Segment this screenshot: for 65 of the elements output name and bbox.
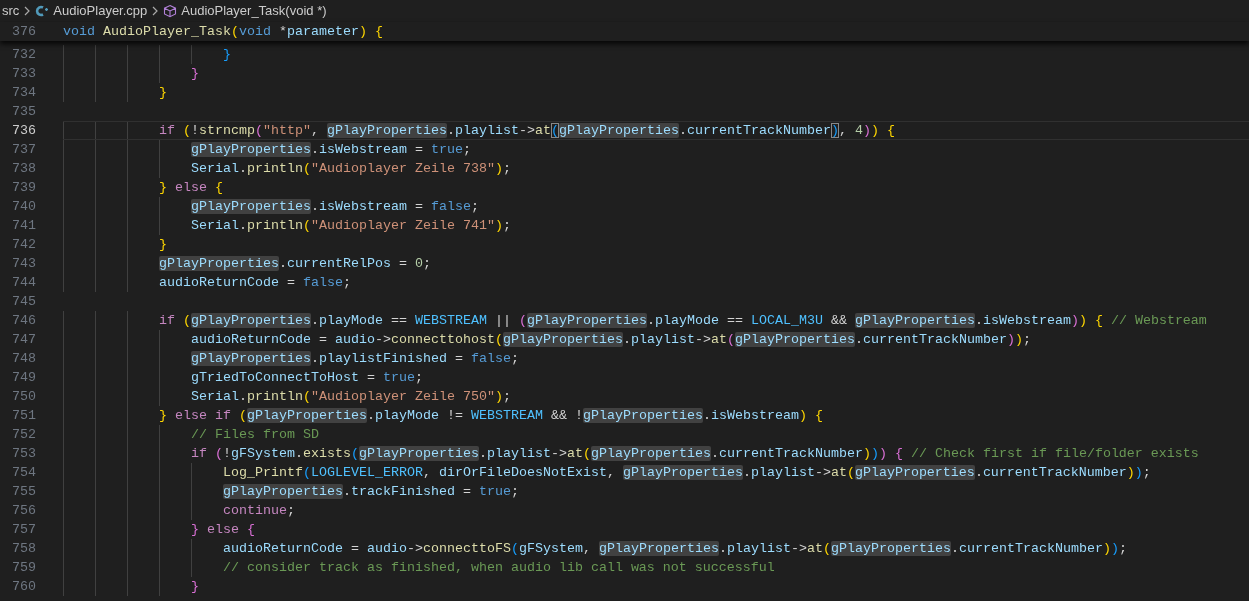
code-line: if (gPlayProperties.playMode == WEBSTREAM || (gPlayProperties.playMode == LOCAL_M3U && gPlayProperties.isWebstream)) { // Webstream — [158, 312, 1207, 330]
line-number: 739 — [11, 179, 36, 197]
line-number: 741 — [11, 217, 36, 235]
line-number: 754 — [11, 464, 36, 482]
code-line: } — [221, 46, 231, 64]
code-line: audioReturnCode = audio->connecttoFS(gFSystem, gPlayProperties.playlist->at(gPlayProperties.currentTrackNumber)); — [221, 540, 1127, 558]
line-number: 743 — [11, 255, 36, 273]
line-number: 756 — [11, 502, 36, 520]
breadcrumb-item[interactable]: AudioPlayer_Task(void *) — [181, 1, 327, 21]
code-line: gPlayProperties.isWebstream = true; — [189, 141, 471, 159]
line-number: 744 — [11, 274, 36, 292]
code-line: gPlayProperties.trackFinished = true; — [221, 483, 519, 501]
code-line: Log_Printf(LOGLEVEL_ERROR, dirOrFileDoesNotExist, gPlayProperties.playlist->at(gPlayProperties.currentTrackNumber)); — [221, 464, 1151, 482]
code-line: if (!gFSystem.exists(gPlayProperties.playlist->at(gPlayProperties.currentTrackNumber))) { // Check first if file/folder exists — [190, 445, 1199, 463]
code-line: gPlayProperties.currentRelPos = 0; — [157, 255, 431, 273]
code-line: // Files from SD — [190, 426, 319, 444]
line-number: 745 — [11, 293, 36, 311]
code-line: gPlayProperties.isWebstream = false; — [189, 198, 479, 216]
code-line: gPlayProperties.playlistFinished = false; — [189, 350, 519, 368]
code-line: Serial.println("Audioplayer Zeile 741"); — [190, 217, 511, 235]
line-number: 736 — [11, 122, 36, 140]
line-number: 734 — [11, 84, 36, 102]
line-number: 759 — [11, 559, 36, 577]
line-number: 737 — [11, 141, 36, 159]
chevron-right-icon — [23, 5, 32, 17]
line-number: 747 — [11, 331, 36, 349]
code-line: Serial.println("Audioplayer Zeile 738"); — [190, 160, 511, 178]
line-number: 735 — [11, 103, 36, 121]
code-line: Serial.println("Audioplayer Zeile 750"); — [190, 388, 511, 406]
breadcrumb-item[interactable]: AudioPlayer.cpp — [53, 1, 148, 21]
line-number: 758 — [11, 540, 36, 558]
line-number: 749 — [11, 369, 36, 387]
line-number: 748 — [11, 350, 36, 368]
line-number: 752 — [11, 426, 36, 444]
code-line: gTriedToConnectToHost = true; — [190, 369, 423, 387]
code-line: } — [190, 578, 199, 596]
cube-icon — [163, 4, 178, 18]
code-line: } else if (gPlayProperties.playMode != WEBSTREAM && !gPlayProperties.isWebstream) { — [158, 407, 823, 425]
code-line: } — [190, 65, 199, 83]
line-number: 755 — [11, 483, 36, 501]
code-line: } — [158, 236, 167, 254]
line-number: 757 — [11, 521, 36, 539]
line-number: 760 — [11, 578, 36, 596]
line-number: 738 — [11, 160, 36, 178]
chevron-right-icon — [151, 5, 160, 17]
line-number: 733 — [11, 65, 36, 83]
line-number: 376 — [11, 23, 36, 41]
code-line: } else { — [190, 521, 255, 539]
line-number: 746 — [11, 312, 36, 330]
line-number: 732 — [11, 46, 36, 64]
code-line: } else { — [158, 179, 223, 197]
code-line: // consider track as finished, when audio lib call was not successful — [221, 559, 775, 577]
code-line: void AudioPlayer_Task(void *parameter) { — [63, 23, 383, 41]
line-number: 742 — [11, 236, 36, 254]
line-number: 750 — [11, 388, 36, 406]
code-line: audioReturnCode = false; — [158, 274, 351, 292]
code-line: continue; — [221, 502, 295, 520]
code-line: audioReturnCode = audio->connecttohost(gPlayProperties.playlist->at(gPlayProperties.currentTrackNumber)); — [190, 331, 1031, 349]
line-number: 753 — [11, 445, 36, 463]
code-line: if (!strncmp("http", gPlayProperties.playlist->at(gPlayProperties.currentTrackNumber), 4)) { — [158, 122, 895, 140]
code-line: } — [158, 84, 167, 102]
line-number: 751 — [11, 407, 36, 425]
cpp-file-icon — [35, 4, 50, 18]
breadcrumb-item[interactable]: src — [2, 1, 20, 21]
line-number: 740 — [11, 198, 36, 216]
